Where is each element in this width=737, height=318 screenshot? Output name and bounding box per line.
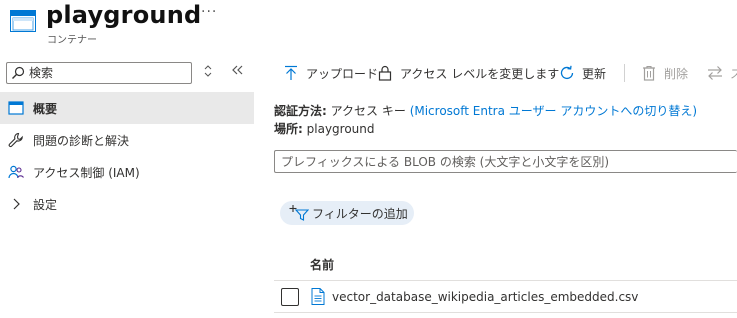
- switch-to-entra-link[interactable]: (Microsoft Entra ユーザー アカウントへの切り替え): [410, 104, 697, 118]
- lock-icon: [378, 65, 392, 81]
- upload-icon: [285, 65, 297, 80]
- switch-label: ス: [730, 66, 737, 81]
- sidebar-item-iam[interactable]: アクセス制御 (IAM): [0, 156, 254, 188]
- change-access-level-label: アクセス レベルを変更します: [400, 66, 560, 81]
- sidebar-search[interactable]: [6, 62, 192, 84]
- command-bar: アップロード アクセス レベルを変更します 更新 削除 ス: [270, 58, 737, 88]
- column-header-name[interactable]: 名前: [310, 256, 334, 273]
- file-name[interactable]: vector_database_wikipedia_articles_embed…: [332, 290, 638, 304]
- delete-button[interactable]: 削除: [640, 58, 688, 88]
- overview-icon: [8, 101, 24, 115]
- sidebar-item-label: 問題の診断と解決: [33, 133, 130, 148]
- file-icon: [311, 288, 325, 305]
- container-icon: [10, 10, 36, 32]
- add-filter-label: フィルターの追加: [312, 206, 408, 221]
- refresh-button[interactable]: 更新: [558, 58, 606, 88]
- sidebar-nav: 概要 問題の診断と解決 アクセス制御 (IAM) 設定: [0, 92, 254, 220]
- switch-button[interactable]: ス: [706, 58, 737, 88]
- refresh-icon: [560, 65, 574, 80]
- sidebar-item-label: 設定: [33, 197, 58, 212]
- sidebar-item-diagnose[interactable]: 問題の診断と解決: [0, 124, 254, 156]
- sidebar-item-overview[interactable]: 概要: [0, 92, 254, 124]
- table-row-divider: [274, 312, 737, 313]
- sidebar-search-input[interactable]: [29, 64, 187, 82]
- toolbar-divider: [624, 64, 625, 82]
- blob-prefix-search-input[interactable]: [281, 153, 731, 171]
- auth-method-value: アクセス キー: [330, 104, 406, 118]
- search-icon: [12, 66, 25, 79]
- table-row[interactable]: vector_database_wikipedia_articles_embed…: [274, 282, 737, 312]
- trash-icon: [643, 65, 655, 81]
- page-title: playground: [46, 1, 202, 29]
- sidebar-item-label: 概要: [33, 101, 58, 116]
- auth-method-line: 認証方法: アクセス キー (Microsoft Entra ユーザー アカウン…: [274, 102, 697, 119]
- chevron-right-icon: [13, 198, 20, 210]
- storage-container-page: playground ··· コンテナー 検索 概要 問題の診断と解決 アクセス…: [0, 0, 737, 318]
- change-access-level-button[interactable]: アクセス レベルを変更します: [376, 58, 559, 88]
- wrench-icon: [8, 132, 23, 148]
- collapse-sidebar-button[interactable]: [230, 64, 246, 80]
- row-checkbox[interactable]: [281, 288, 299, 306]
- location-label: 場所:: [274, 122, 303, 136]
- upload-button[interactable]: アップロード: [282, 58, 378, 88]
- blob-prefix-search[interactable]: [274, 150, 737, 173]
- double-chevron-left-icon: [232, 65, 243, 75]
- add-filter-button[interactable]: フィルターの追加: [280, 201, 414, 225]
- chevron-updown-icon: [204, 65, 212, 77]
- sidebar: 概要 問題の診断と解決 アクセス制御 (IAM): [0, 58, 254, 318]
- location-value: playground: [306, 122, 375, 136]
- upload-label: アップロード: [306, 66, 379, 81]
- delete-label: 削除: [664, 66, 689, 81]
- swap-arrows-icon: [708, 66, 722, 80]
- sidebar-item-label: アクセス制御 (IAM): [33, 165, 140, 180]
- table-header-divider: [274, 280, 737, 281]
- sort-toggle-button[interactable]: [200, 64, 216, 80]
- people-icon: [8, 165, 24, 179]
- page-subtitle: コンテナー: [47, 35, 97, 46]
- add-filter-icon: [289, 205, 309, 221]
- auth-method-label: 認証方法:: [274, 104, 327, 118]
- location-line: 場所: playground: [274, 120, 375, 137]
- refresh-label: 更新: [582, 66, 607, 81]
- sidebar-item-settings[interactable]: 設定: [0, 188, 254, 220]
- more-options-button[interactable]: ···: [201, 4, 217, 20]
- page-header: playground ··· コンテナー: [0, 0, 737, 50]
